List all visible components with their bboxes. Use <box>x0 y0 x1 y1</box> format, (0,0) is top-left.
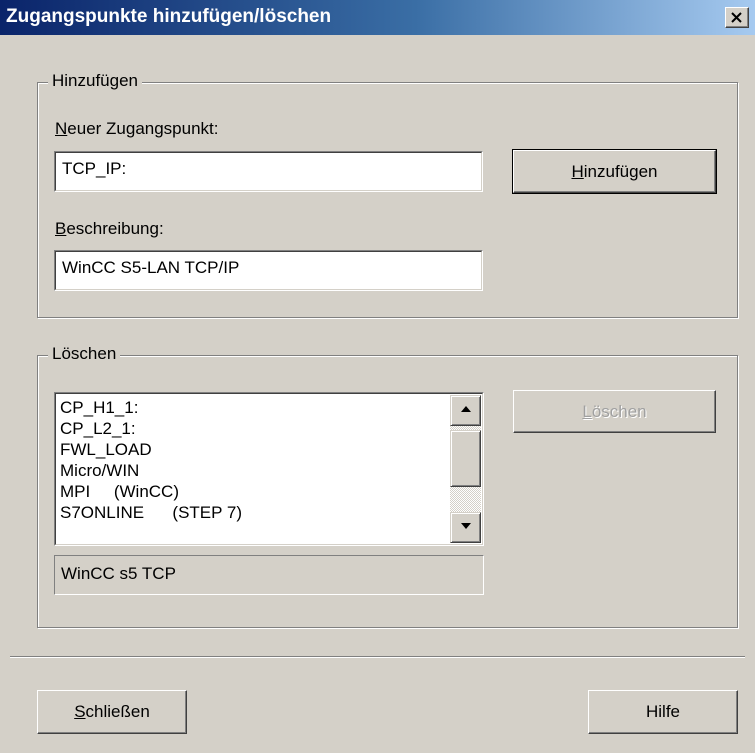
footer-separator <box>10 656 745 658</box>
access-point-list-items: CP_H1_1: CP_L2_1: FWL_LOAD Micro/WIN MPI (Wi… <box>60 397 448 544</box>
close-button[interactable] <box>725 7 749 28</box>
list-item[interactable]: FWL_LOAD <box>60 439 448 460</box>
window-title: Zugangspunkte hinzufügen/löschen <box>6 6 332 27</box>
title-bar: Zugangspunkte hinzufügen/löschen <box>0 0 755 35</box>
list-item[interactable]: S7ONLINE (STEP 7) <box>60 502 448 523</box>
description-value: WinCC S5-LAN TCP/IP <box>62 258 240 277</box>
close-dialog-button[interactable]: Schließen <box>37 690 187 734</box>
new-access-point-label: Neuer Zugangspunkt: <box>55 119 219 138</box>
selected-description-value: WinCC s5 TCP <box>61 564 176 583</box>
arrow-down-icon <box>461 523 471 529</box>
scroll-down-button[interactable] <box>450 512 481 543</box>
close-icon <box>731 12 742 23</box>
new-access-point-input[interactable]: TCP_IP: <box>54 151 483 192</box>
new-access-point-value: TCP_IP: <box>62 159 127 178</box>
delete-button[interactable]: Löschen <box>513 390 716 433</box>
help-button[interactable]: Hilfe <box>588 690 738 734</box>
scroll-up-button[interactable] <box>450 395 481 426</box>
add-group-legend: Hinzufügen <box>48 71 143 91</box>
list-item[interactable]: CP_H1_1: <box>60 397 448 418</box>
description-label: Beschreibung: <box>55 219 164 238</box>
list-item[interactable]: Micro/WIN <box>60 460 448 481</box>
access-point-list[interactable]: CP_H1_1: CP_L2_1: FWL_LOAD Micro/WIN MPI (Wi… <box>54 392 484 546</box>
arrow-up-icon <box>461 406 471 412</box>
list-scrollbar[interactable] <box>450 395 481 543</box>
list-item[interactable]: MPI (WinCC) <box>60 481 448 502</box>
add-button[interactable]: Hinzufügen <box>512 149 717 194</box>
selected-description-field: WinCC s5 TCP <box>54 555 484 595</box>
description-input[interactable]: WinCC S5-LAN TCP/IP <box>54 250 483 291</box>
delete-group-legend: Löschen <box>48 344 121 364</box>
list-item[interactable]: CP_L2_1: <box>60 418 448 439</box>
scrollbar-thumb[interactable] <box>450 430 481 487</box>
